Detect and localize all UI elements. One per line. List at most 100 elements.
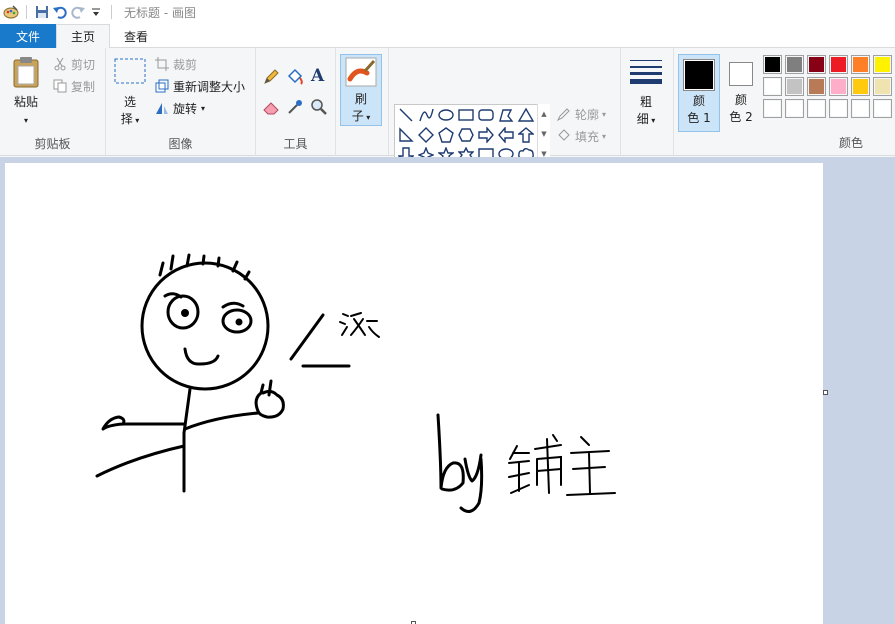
customize-quick-access-icon[interactable] [87, 3, 105, 21]
selection-rectangle-icon [114, 58, 146, 87]
paste-dropdown-icon[interactable]: ▾ [6, 112, 46, 129]
left-arrow-shape-icon[interactable] [496, 125, 516, 145]
line-shape-icon[interactable] [396, 105, 416, 125]
undo-icon[interactable] [51, 3, 69, 21]
palette-color-swatch[interactable] [873, 55, 892, 74]
palette-color-swatch[interactable] [851, 77, 870, 96]
palette-color-fill [809, 101, 824, 116]
tab-file[interactable]: 文件 [0, 24, 56, 48]
tab-view[interactable]: 查看 [110, 24, 162, 48]
triangle-shape-icon[interactable] [516, 105, 536, 125]
title-separator [111, 5, 112, 19]
image-group: 选 择 ▾ 裁剪 重新调整大小 旋转 ▾ 图像 [106, 48, 256, 156]
tools-group: A 工具 [256, 48, 336, 156]
polygon-shape-icon[interactable] [496, 105, 516, 125]
rotate-button[interactable]: 旋转 ▾ [154, 98, 205, 118]
redo-icon [69, 3, 87, 21]
palette-color-swatch[interactable] [807, 77, 826, 96]
stick-figure-body [182, 387, 192, 493]
palette-color-swatch[interactable] [873, 77, 892, 96]
palette-color-swatch[interactable] [763, 99, 782, 118]
cut-button: 剪切 [52, 54, 95, 74]
palette-color-swatch[interactable] [851, 55, 870, 74]
palette-color-fill [765, 101, 780, 116]
up-arrow-shape-icon[interactable] [516, 125, 536, 145]
right-triangle-shape-icon[interactable] [396, 125, 416, 145]
curve-shape-icon[interactable] [416, 105, 436, 125]
palette-color-fill [787, 57, 802, 72]
color2-button[interactable]: 颜 色 2 [722, 54, 760, 132]
copy-icon [52, 78, 68, 94]
resize-button[interactable]: 重新调整大小 [154, 76, 245, 96]
palette-color-swatch[interactable] [829, 77, 848, 96]
color-picker-icon[interactable] [286, 98, 304, 119]
palette-color-swatch[interactable] [807, 55, 826, 74]
diamond-shape-icon[interactable] [416, 125, 436, 145]
outline-dropdown-icon: ▾ [602, 109, 607, 119]
palette-color-swatch[interactable] [873, 99, 892, 118]
pentagon-shape-icon[interactable] [436, 125, 456, 145]
title-bar: 无标题 - 画图 [0, 0, 895, 24]
text-tool-icon[interactable]: A [311, 66, 324, 86]
size-button[interactable]: 粗 细 ▾ [625, 54, 667, 130]
shapes-scroll-down-icon[interactable]: ▼ [541, 130, 546, 138]
tab-home[interactable]: 主页 [56, 24, 111, 49]
stick-figure-lower-arm [95, 444, 186, 478]
palette-color-swatch[interactable] [807, 99, 826, 118]
ribbon-tabs: 文件 主页 查看 [0, 24, 895, 49]
eraser-icon[interactable] [262, 98, 280, 119]
palette-color-fill [787, 101, 802, 116]
palette-color-fill [787, 79, 802, 94]
cut-label: 剪切 [71, 57, 96, 72]
palette-color-swatch[interactable] [785, 55, 804, 74]
clipboard-group: 粘贴 ▾ 剪切 复制 剪贴板 [0, 48, 106, 156]
fill-label: 填充 [575, 129, 600, 144]
brush-icon [345, 57, 377, 90]
rectangle-shape-icon[interactable] [456, 105, 476, 125]
rounded-rectangle-shape-icon[interactable] [476, 105, 496, 125]
oval-shape-icon[interactable] [436, 105, 456, 125]
rotate-icon [154, 100, 170, 116]
palette-color-swatch[interactable] [763, 55, 782, 74]
line-width-icon [629, 58, 663, 89]
palette-color-swatch[interactable] [829, 55, 848, 74]
paste-button[interactable]: 粘贴 ▾ [6, 54, 46, 130]
save-icon[interactable] [33, 3, 51, 21]
handwritten-character-zhu [566, 436, 616, 496]
rotate-label: 旋转 [173, 101, 198, 116]
pencil-icon[interactable] [262, 68, 280, 89]
palette-color-swatch[interactable] [851, 99, 870, 118]
palette-color-swatch[interactable] [785, 99, 804, 118]
fill-bucket-small-icon [556, 128, 572, 144]
palette-color-swatch[interactable] [763, 77, 782, 96]
crop-label: 裁剪 [173, 57, 198, 72]
magnifier-icon[interactable] [310, 98, 328, 119]
paint-app-icon[interactable] [2, 3, 20, 21]
hexagon-shape-icon[interactable] [456, 125, 476, 145]
color2-label-top: 颜 [734, 93, 747, 107]
window-title: 无标题 - 画图 [124, 5, 196, 20]
fill-dropdown-icon: ▾ [602, 131, 607, 141]
clipboard-icon [12, 56, 40, 91]
palette-color-swatch[interactable] [785, 77, 804, 96]
color1-label-bottom: 色 1 [687, 111, 711, 125]
copy-label: 复制 [71, 79, 96, 94]
color1-button[interactable]: 颜 色 1 [678, 54, 720, 132]
drawing-canvas[interactable] [5, 163, 823, 624]
canvas-resize-handle-right[interactable] [823, 390, 828, 395]
select-button[interactable]: 选 择 ▾ [112, 54, 148, 130]
color2-label-bottom: 色 2 [729, 110, 753, 124]
fill-button: 填充 ▾ [556, 126, 606, 146]
stick-figure-hair [158, 253, 251, 281]
fill-bucket-icon[interactable] [286, 68, 304, 89]
palette-color-swatch[interactable] [829, 99, 848, 118]
shapes-scroll-up-icon[interactable]: ▲ [541, 110, 546, 118]
right-arrow-shape-icon[interactable] [476, 125, 496, 145]
palette-color-fill [809, 79, 824, 94]
scissors-icon [52, 56, 68, 72]
resize-label: 重新调整大小 [173, 79, 246, 94]
size-label-top: 粗 [639, 95, 652, 109]
brushes-button[interactable]: 刷 子 ▾ [340, 54, 382, 126]
rotate-dropdown-icon[interactable]: ▾ [201, 104, 205, 113]
clipboard-group-label: 剪贴板 [34, 137, 71, 151]
